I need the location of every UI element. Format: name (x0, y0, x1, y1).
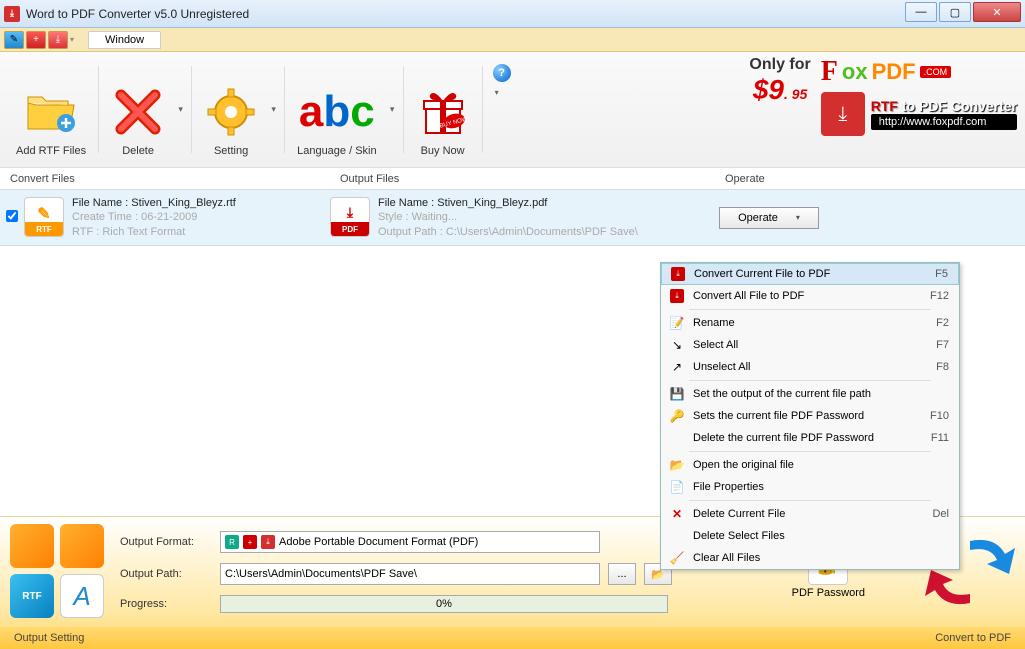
menu-item[interactable]: Delete the current file PDF PasswordF11 (661, 427, 959, 449)
output-icons: RTFA (10, 524, 110, 620)
browse-button[interactable]: ... (608, 563, 636, 585)
output-file-style: Style : Waiting... (378, 210, 638, 224)
help-icon: ? (493, 64, 511, 82)
foxpdf-logo[interactable]: FoxPDF .COM (821, 56, 1017, 88)
progress-label: Progress: (120, 598, 212, 610)
minimize-button[interactable]: — (905, 2, 937, 22)
convert-to-pdf-link[interactable]: Convert to PDF (935, 632, 1011, 644)
output-setting-link[interactable]: Output Setting (14, 632, 84, 644)
output-format-select[interactable]: R+⤓ Adobe Portable Document Format (PDF) (220, 531, 600, 553)
menu-item[interactable]: 📂Open the original file (661, 454, 959, 476)
menu-item[interactable]: 📝RenameF2 (661, 312, 959, 334)
menu-item[interactable]: 🧹Clear All Files (661, 547, 959, 569)
window-title: Word to PDF Converter v5.0 Unregistered (26, 7, 249, 21)
promo-area: Only for $9. 95 FoxPDF .COM ⤓ RTF to PDF… (749, 56, 1017, 136)
folder-add-icon (24, 85, 78, 139)
quickbar: ✎ + ⤓ ▾ Window (0, 28, 1025, 52)
setting-dropdown[interactable]: ▾ (266, 58, 280, 161)
price-only-label: Only for (749, 56, 810, 74)
menu-item[interactable]: ↘Select AllF7 (661, 334, 959, 356)
output-path-input[interactable] (220, 563, 600, 585)
menu-item[interactable]: 💾Set the output of the current file path (661, 383, 959, 405)
maximize-button[interactable]: ▢ (939, 2, 971, 22)
file-row[interactable]: ✎ RTF File Name : Stiven_King_Bleyz.rtf … (0, 190, 1025, 246)
quick-pencil-icon[interactable]: ✎ (4, 31, 24, 49)
output-file-name: File Name : Stiven_King_Bleyz.pdf (378, 196, 638, 210)
output-format-label: Output Format: (120, 536, 212, 548)
menu-item[interactable]: ✕Delete Current FileDel (661, 503, 959, 525)
pdf-file-icon: ⤓ PDF (330, 197, 370, 237)
price-amount: $9. 95 (749, 74, 810, 106)
main-toolbar: Add RTF Files Delete ▾ Setting ▾ abc Lan… (0, 52, 1025, 168)
input-file-name: File Name : Stiven_King_Bleyz.rtf (72, 196, 236, 210)
setting-button[interactable]: Setting (196, 58, 266, 161)
titlebar: ⤓ Word to PDF Converter v5.0 Unregistere… (0, 0, 1025, 28)
operate-dropdown-button[interactable]: Operate (719, 207, 819, 229)
file-checkbox[interactable] (6, 210, 18, 222)
quick-pdf-icon[interactable]: ⤓ (48, 31, 68, 49)
pdf-icon: ⤓ (821, 92, 865, 136)
add-rtf-button[interactable]: Add RTF Files (8, 58, 94, 161)
output-file-path: Output Path : C:\Users\Admin\Documents\P… (378, 225, 638, 239)
gear-icon (204, 85, 258, 139)
rtf-converter-label: RTF to PDF Converter (871, 98, 1017, 114)
menu-item[interactable]: 🔑Sets the current file PDF PasswordF10 (661, 405, 959, 427)
language-button[interactable]: abc Language / Skin (289, 58, 385, 161)
delete-button[interactable]: Delete (103, 58, 173, 161)
menu-item[interactable]: Delete Select Files (661, 525, 959, 547)
close-button[interactable]: ✕ (973, 2, 1021, 22)
input-file-type: RTF : Rich Text Format (72, 225, 236, 239)
delete-x-icon (111, 85, 165, 139)
abc-icon: abc (310, 85, 364, 139)
menu-item[interactable]: ↗Unselect AllF8 (661, 356, 959, 378)
col-operate-header: Operate (715, 173, 1025, 185)
help-button[interactable]: ? ▾ (487, 58, 517, 161)
operate-context-menu: ⤓Convert Current File to PDFF5⤓Convert A… (660, 262, 960, 570)
rtf-file-icon: ✎ RTF (24, 197, 64, 237)
gift-icon: BUY NOW! (416, 85, 470, 139)
progress-bar: 0% (220, 595, 668, 613)
buynow-button[interactable]: BUY NOW! Buy Now (408, 58, 478, 161)
input-file-time: Create Time : 06-21-2009 (72, 210, 236, 224)
app-icon: ⤓ (4, 6, 20, 22)
foxpdf-url[interactable]: http://www.foxpdf.com (871, 114, 1017, 130)
quick-dropdown-icon[interactable]: ▾ (70, 35, 76, 44)
column-headers: Convert Files Output Files Operate (0, 168, 1025, 190)
output-path-label: Output Path: (120, 568, 212, 580)
menu-item[interactable]: 📄File Properties (661, 476, 959, 498)
menu-item[interactable]: ⤓Convert All File to PDFF12 (661, 285, 959, 307)
quick-plus-icon[interactable]: + (26, 31, 46, 49)
col-output-header: Output Files (330, 173, 715, 185)
delete-dropdown[interactable]: ▾ (173, 58, 187, 161)
col-convert-header: Convert Files (0, 173, 330, 185)
menu-item[interactable]: ⤓Convert Current File to PDFF5 (661, 263, 959, 285)
window-tab[interactable]: Window (88, 31, 161, 49)
language-dropdown[interactable]: ▾ (385, 58, 399, 161)
